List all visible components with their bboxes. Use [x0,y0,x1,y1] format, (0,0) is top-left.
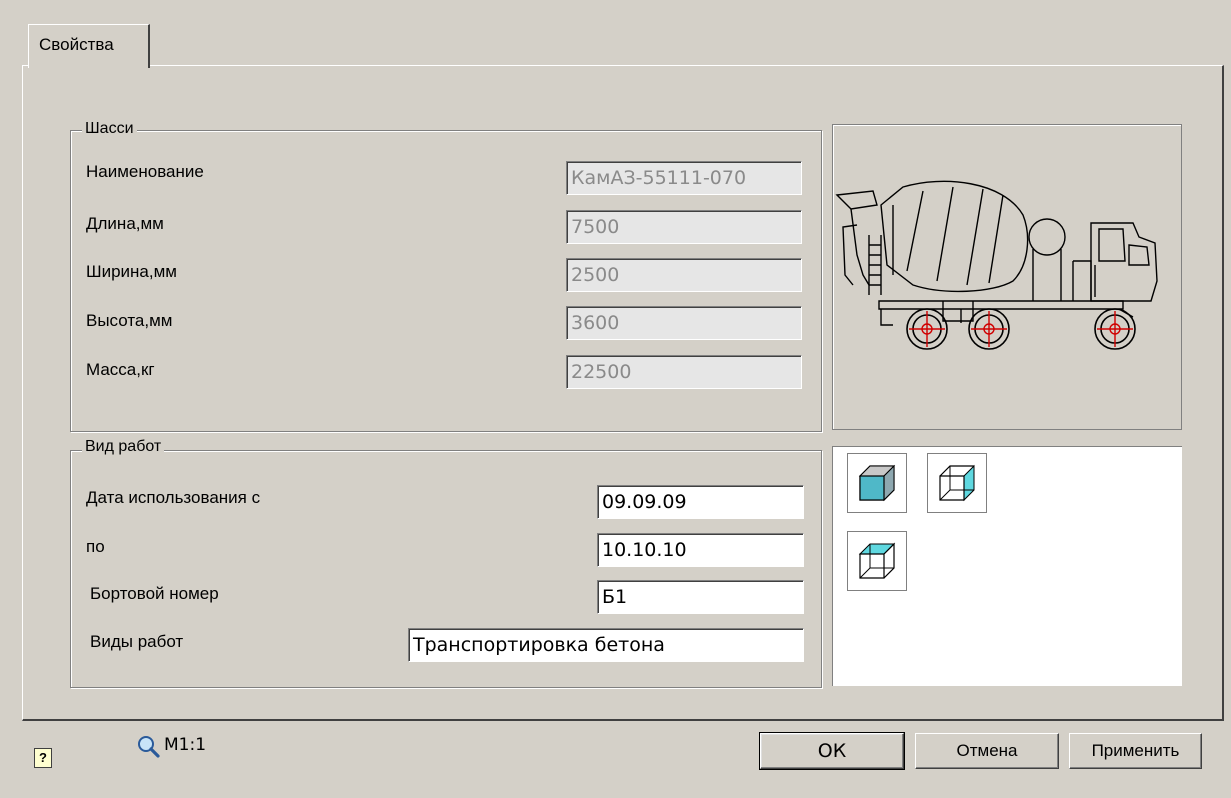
shaded-cube-button[interactable] [847,453,907,513]
wire-cube-top-face-button[interactable] [847,531,907,591]
height-field[interactable]: 3600 [566,306,802,340]
apply-button[interactable]: Применить [1069,733,1202,769]
wire-cube-right-face-button[interactable] [927,453,987,513]
shaded-cube-icon [858,464,896,502]
magnifier-icon [138,736,160,758]
wire-cube-right-face-icon [939,464,975,502]
name-label: Наименование [86,162,204,181]
work-types-field[interactable]: Транспортировка бетона [408,628,804,662]
concrete-mixer-truck-icon [835,180,1158,350]
help-button[interactable]: ? [34,748,52,768]
name-field[interactable]: КамАЗ-55111-070 [566,161,802,195]
date-from-field[interactable]: 09.09.09 [597,485,804,519]
wire-cube-top-face-icon [858,542,896,579]
length-field[interactable]: 7500 [566,210,802,244]
work-legend: Вид работ [82,438,165,456]
date-to-field[interactable]: 10.10.10 [597,533,804,567]
date-from-label: Дата использования с [86,488,261,507]
view-mode-panel [832,446,1182,686]
zoom-scale-label: М1:1 [164,735,207,755]
work-types-label: Виды работ [90,632,184,651]
chassis-legend: Шасси [82,120,137,138]
ok-button[interactable]: ОК [759,732,905,770]
tab-properties[interactable]: Свойства [28,24,150,68]
help-icon: ? [39,750,47,765]
tab-properties-label: Свойства [39,35,114,54]
width-label: Ширина,мм [86,262,177,281]
vehicle-preview [832,124,1182,430]
board-number-field[interactable]: Б1 [597,580,804,614]
length-label: Длина,мм [86,214,164,233]
mass-label: Масса,кг [86,360,155,379]
width-field[interactable]: 2500 [566,258,802,292]
mass-field[interactable]: 22500 [566,355,802,389]
date-to-label: по [86,537,105,556]
board-number-label: Бортовой номер [90,584,219,603]
height-label: Высота,мм [86,311,173,330]
cancel-button[interactable]: Отмена [915,733,1059,769]
